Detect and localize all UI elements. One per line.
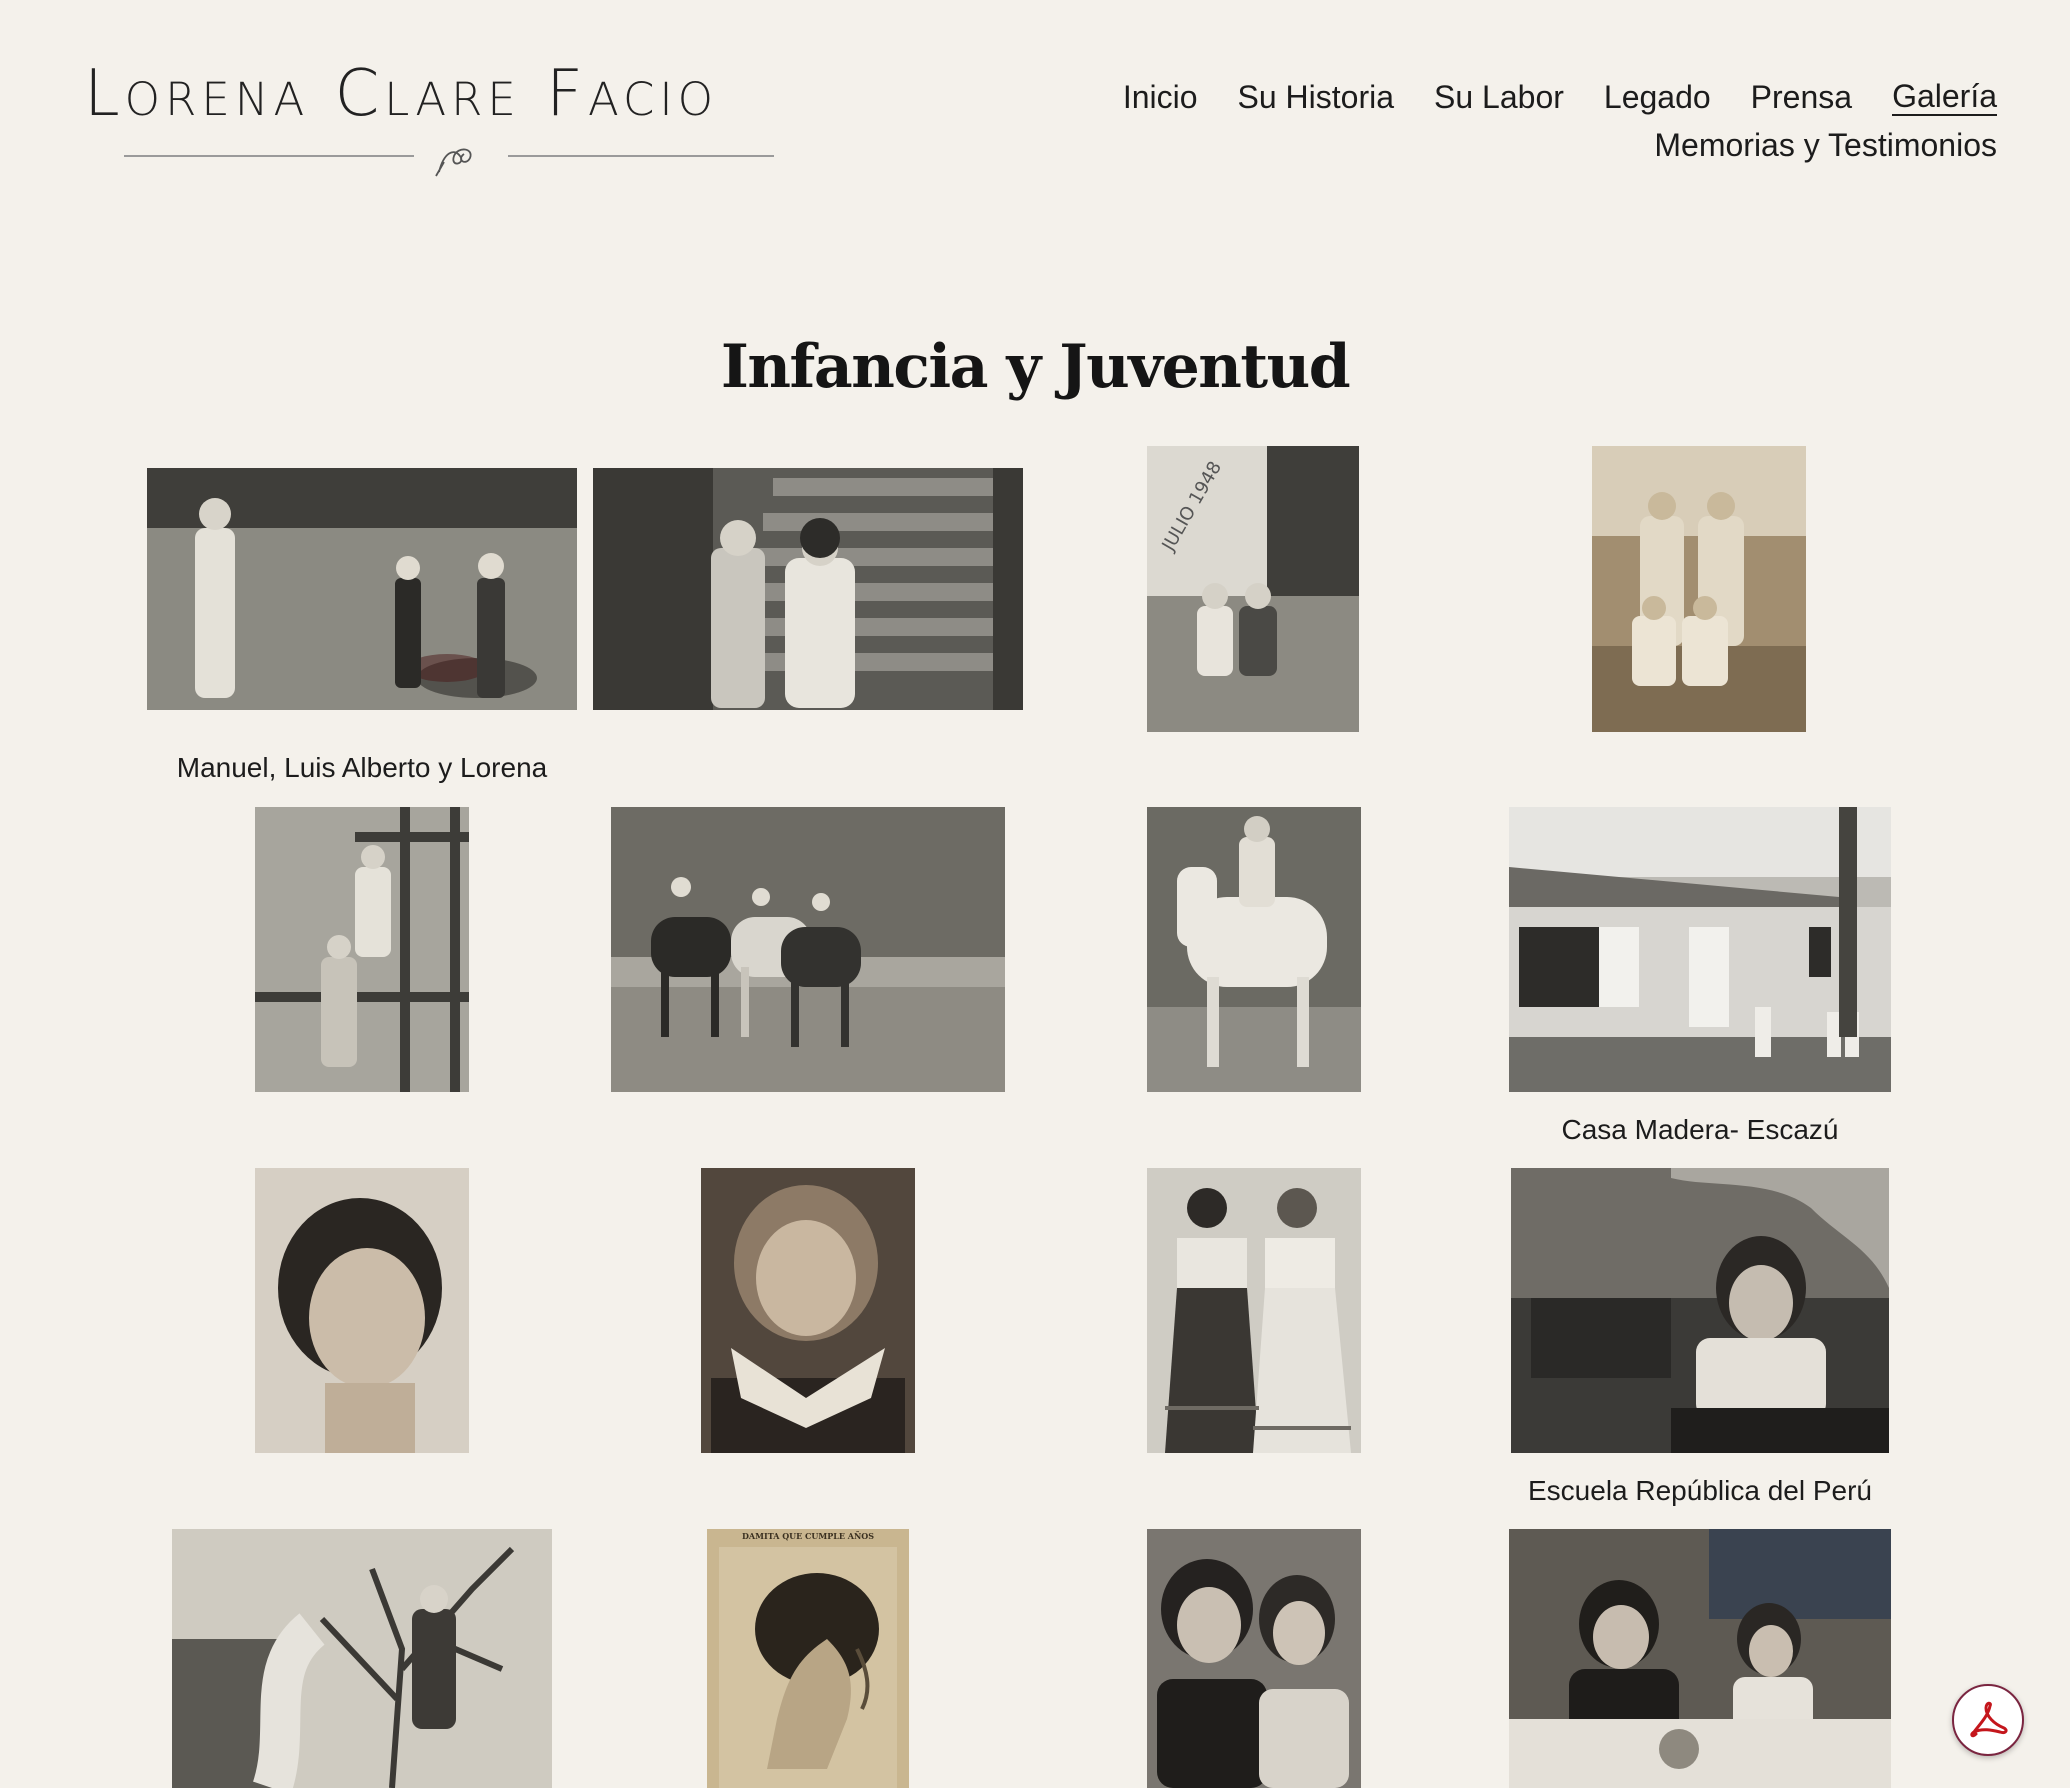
photo-image: JULIO 1948 — [1147, 446, 1359, 732]
photo-three-children-lawn[interactable] — [147, 468, 577, 710]
photo-four-children-field[interactable] — [1592, 446, 1806, 732]
photo-girl-on-white-horse[interactable] — [1147, 807, 1361, 1092]
photo-image — [147, 468, 577, 710]
photo-girl-in-tree[interactable] — [172, 1529, 552, 1788]
photo-image — [1147, 1529, 1361, 1788]
acrobat-pdf-icon — [1970, 1701, 2008, 1738]
photo-girl-at-school-desk[interactable] — [1511, 1168, 1889, 1453]
photo-mother-daughter-table[interactable] — [1509, 1529, 1891, 1788]
photo-image — [701, 1168, 915, 1453]
photo-mother-daughter[interactable] — [1147, 1529, 1361, 1788]
photo-gallery: JULIO 1948 Manuel, Luis Alberto y Lorena — [0, 0, 2070, 1788]
caption-escuela-peru: Escuela República del Perú — [1528, 1475, 1872, 1506]
photo-image — [1592, 446, 1806, 732]
photo-young-girl-portrait[interactable] — [255, 1168, 469, 1453]
caption-casa-madera: Casa Madera- Escazú — [1561, 1114, 1839, 1145]
caption-manuel-luis-lorena: Manuel, Luis Alberto y Lorena — [176, 752, 548, 783]
photo-julio-1948[interactable]: JULIO 1948 — [1147, 446, 1359, 732]
photo-image — [255, 807, 469, 1092]
photo-girl-lace-collar[interactable] — [701, 1168, 915, 1453]
photo-image — [1509, 807, 1891, 1092]
newspaper-heading: DAMITA QUE CUMPLE AÑOS — [742, 1531, 874, 1541]
pdf-download-button[interactable] — [1952, 1684, 2024, 1756]
photo-horses-riders[interactable] — [611, 807, 1005, 1092]
photo-image — [611, 807, 1005, 1092]
photo-image — [1147, 807, 1361, 1092]
photo-children-ladder[interactable] — [255, 807, 469, 1092]
photo-two-children-stairs[interactable] — [593, 468, 1023, 710]
photo-two-girls-costume[interactable] — [1147, 1168, 1361, 1453]
photo-casa-madera[interactable] — [1509, 807, 1891, 1092]
photo-image — [593, 468, 1023, 710]
photo-image: DAMITA QUE CUMPLE AÑOS — [707, 1529, 909, 1788]
photo-image — [1511, 1168, 1889, 1453]
photo-image — [1509, 1529, 1891, 1788]
photo-newspaper-profile[interactable]: DAMITA QUE CUMPLE AÑOS — [707, 1529, 909, 1788]
photo-image — [255, 1168, 469, 1453]
photo-image — [172, 1529, 552, 1788]
photo-image — [1147, 1168, 1361, 1453]
